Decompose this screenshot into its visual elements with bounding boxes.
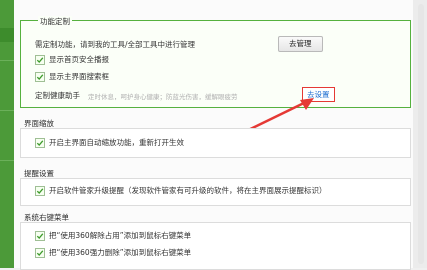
feature-custom-box: 需定制功能，请到我的工具/全部工具中进行管理 去管理 显示首页安全播报 显示主界… — [20, 20, 411, 108]
checkbox-checked-icon[interactable] — [35, 230, 45, 241]
sidebar-divider — [0, 160, 14, 161]
section-title-feature: 功能定制 — [38, 16, 72, 27]
sidebar-divider — [0, 110, 14, 111]
manage-text: 需定制功能，请到我的工具/全部工具中进行管理 — [35, 40, 196, 49]
checkbox-checked-icon[interactable] — [35, 137, 45, 148]
reminder-box: 开启软件管家升级提醒（发现软件管家有可升级的软件，将在主界面展示提醒标识） — [20, 178, 411, 206]
option-upgrade-reminder[interactable]: 开启软件管家升级提醒（发现软件管家有可升级的软件，将在主界面展示提醒标识） — [35, 185, 327, 196]
option-label: 把“使用360解除占用”添加到鼠标右键菜单 — [49, 231, 192, 240]
scrollbar-thumb[interactable] — [418, 4, 424, 264]
option-unlock-menu[interactable]: 把“使用360解除占用”添加到鼠标右键菜单 — [35, 230, 191, 241]
checkbox-checked-icon[interactable] — [35, 71, 45, 82]
zoom-box: 开启主界面自动缩放功能，重新打开生效 — [20, 128, 411, 158]
option-label: 把“使用360强力删除”添加到鼠标右键菜单 — [49, 248, 192, 257]
health-description: 定时休息，呵护身心健康；防蓝光伤害，缓解眼疲劳 — [88, 92, 238, 101]
option-label: 开启主界面自动缩放功能，重新打开生效 — [49, 138, 184, 147]
manage-text-row: 需定制功能，请到我的工具/全部工具中进行管理 — [35, 39, 195, 50]
sidebar-selected-item[interactable] — [0, 28, 14, 42]
health-assistant-row: 定制健康助手 定时休息，呵护身心健康；防蓝光伤害，缓解眼疲劳 — [35, 90, 238, 101]
option-search-box[interactable]: 显示主界面搜索框 — [35, 71, 109, 82]
health-label: 定制健康助手 — [35, 91, 80, 100]
context-menu-box: 把“使用360解除占用”添加到鼠标右键菜单 把“使用360强力删除”添加到鼠标右… — [20, 222, 411, 270]
checkbox-checked-icon[interactable] — [35, 54, 45, 65]
option-label: 开启软件管家升级提醒（发现软件管家有可升级的软件，将在主界面展示提醒标识） — [49, 186, 327, 195]
right-scrollbar[interactable] — [413, 0, 427, 268]
option-auto-zoom[interactable]: 开启主界面自动缩放功能，重新打开生效 — [35, 137, 184, 148]
option-force-delete-menu[interactable]: 把“使用360强力删除”添加到鼠标右键菜单 — [35, 247, 191, 258]
left-sidebar — [0, 0, 14, 268]
checkbox-checked-icon[interactable] — [35, 247, 45, 258]
option-security-broadcast[interactable]: 显示首页安全播报 — [35, 54, 109, 65]
option-label: 显示主界面搜索框 — [49, 72, 109, 81]
checkbox-checked-icon[interactable] — [35, 185, 45, 196]
option-label: 显示首页安全播报 — [49, 55, 109, 64]
sidebar-divider — [0, 60, 14, 61]
manage-button[interactable]: 去管理 — [278, 36, 323, 52]
